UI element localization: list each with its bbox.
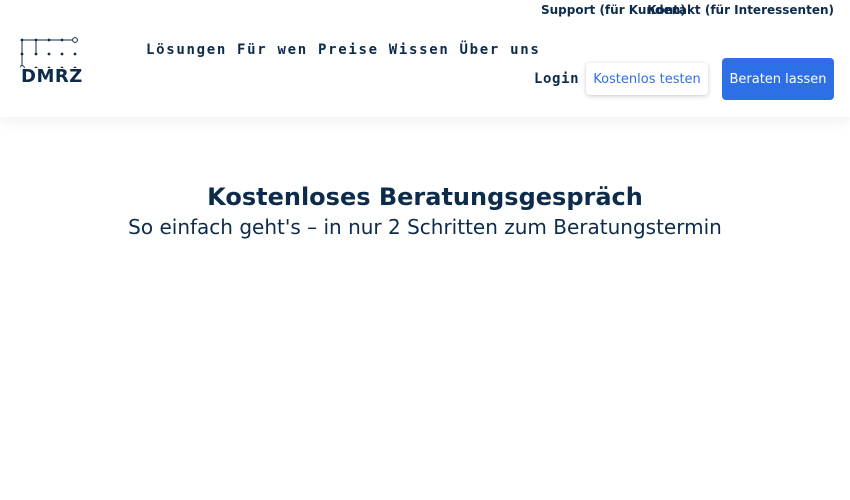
contact-link[interactable]: Kontakt (für Interessenten) (647, 2, 834, 18)
site-header: Support (für Kunden) Kontakt (für Intere… (0, 0, 850, 117)
nav-item-preise[interactable]: Preise (318, 40, 379, 60)
main-nav: Lösungen Für wen Preise Wissen Über uns (146, 40, 551, 60)
page-title: Kostenloses Beratungsgespräch (207, 183, 643, 211)
nav-item-wissen[interactable]: Wissen (389, 40, 450, 60)
free-trial-button[interactable]: Kostenlos testen (586, 63, 708, 95)
nav-item-fuer-wen[interactable]: Für wen (237, 40, 308, 60)
hero-section: Kostenloses Beratungsgespräch So einfach… (0, 180, 850, 240)
page: Support (für Kunden) Kontakt (für Intere… (0, 0, 850, 500)
nav-item-loesungen[interactable]: Lösungen (146, 40, 227, 60)
get-advice-button[interactable]: Beraten lassen (722, 58, 834, 100)
nav-item-ueber-uns[interactable]: Über uns (460, 40, 541, 60)
login-link[interactable]: Login (534, 69, 579, 89)
dot-grid-logo-icon (20, 37, 78, 68)
logo[interactable]: DMRZ (20, 36, 83, 92)
page-subtitle: So einfach geht's – in nur 2 Schritten z… (128, 215, 722, 239)
logo-text: DMRZ (21, 66, 83, 87)
